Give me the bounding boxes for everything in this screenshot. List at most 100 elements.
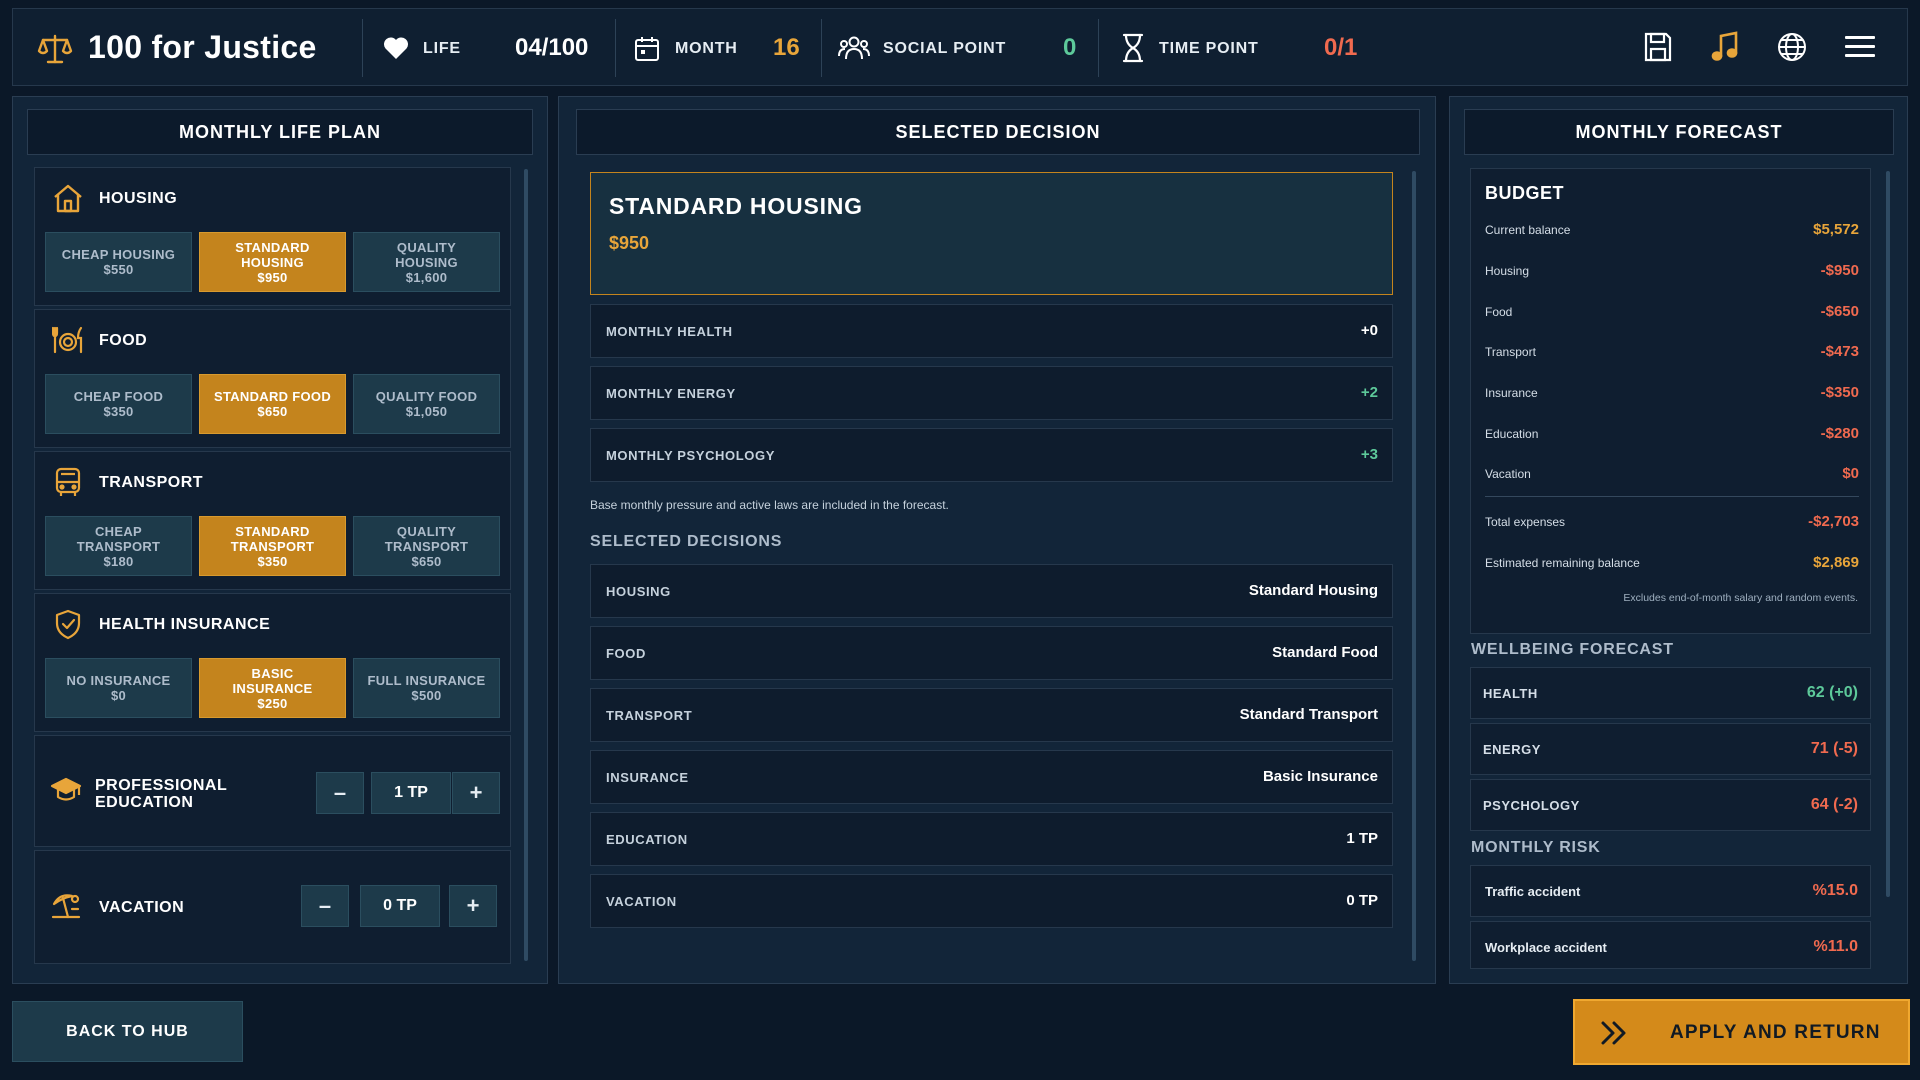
scrollbar[interactable] — [524, 169, 528, 961]
effect-value: +3 — [1360, 446, 1378, 463]
menu-icon[interactable] — [1845, 35, 1875, 59]
decision-value: Standard Food — [1272, 644, 1378, 661]
option-no-insurance[interactable]: NO INSURANCE $0 — [45, 658, 192, 718]
back-to-hub-button[interactable]: BACK TO HUB — [12, 1001, 243, 1062]
vacation-increase-button[interactable]: + — [449, 885, 497, 927]
wellbeing-value: 62 (+0) — [1806, 684, 1858, 701]
category-title-line: PROFESSIONAL — [95, 777, 228, 794]
option-standard-food[interactable]: STANDARD FOOD $650 — [199, 374, 346, 434]
divider — [1098, 19, 1099, 77]
decision-row: EDUCATION 1 TP — [590, 812, 1393, 866]
wellbeing-value: 64 (-2) — [1810, 796, 1858, 813]
option-full-insurance[interactable]: FULL INSURANCE $500 — [353, 658, 500, 718]
option-basic-insurance[interactable]: BASIC INSURANCE $250 — [199, 658, 346, 718]
wellbeing-row: PSYCHOLOGY 64 (-2) — [1470, 779, 1871, 831]
risk-row: Traffic accident %15.0 — [1470, 865, 1871, 917]
divider — [1485, 496, 1859, 497]
risk-label: Workplace accident — [1485, 940, 1607, 955]
category-title: TRANSPORT — [99, 474, 204, 491]
wellbeing-label: HEALTH — [1483, 686, 1538, 701]
decision-label: TRANSPORT — [606, 708, 693, 723]
category-food: FOOD CHEAP FOOD $350 STANDARD FOOD $650 … — [34, 309, 511, 448]
decision-value: 1 TP — [1346, 830, 1378, 847]
selected-decision-price: $950 — [609, 233, 650, 253]
calendar-icon — [633, 35, 661, 63]
scrollbar[interactable] — [1886, 171, 1890, 897]
budget-value: $2,869 — [1813, 554, 1859, 571]
risk-label: Traffic accident — [1485, 884, 1581, 899]
category-title: PROFESSIONAL EDUCATION — [95, 777, 227, 811]
globe-icon[interactable] — [1776, 31, 1808, 63]
decision-value: Standard Transport — [1239, 706, 1378, 723]
option-standard-housing[interactable]: STANDARD HOUSING $950 — [199, 232, 346, 292]
vacation-decrease-button[interactable]: – — [301, 885, 349, 927]
budget-label: Housing — [1485, 264, 1530, 278]
heart-icon — [383, 36, 409, 60]
wellbeing-row: ENERGY 71 (-5) — [1470, 723, 1871, 775]
food-icon — [52, 324, 84, 356]
social-point-label: SOCIAL POINT — [883, 40, 1007, 57]
wellbeing-forecast-heading: WELLBEING FORECAST — [1471, 641, 1674, 658]
decision-row: HOUSING Standard Housing — [590, 564, 1393, 618]
category-title: VACATION — [99, 899, 185, 916]
game-title: 100 for Justice — [88, 29, 317, 65]
category-title-line: EDUCATION — [95, 794, 194, 811]
effect-row: MONTHLY PSYCHOLOGY +3 — [590, 428, 1393, 482]
category-health-insurance: HEALTH INSURANCE NO INSURANCE $0 BASIC I… — [34, 593, 511, 732]
decision-row: TRANSPORT Standard Transport — [590, 688, 1393, 742]
budget-row: Education -$280 — [1485, 425, 1859, 445]
graduation-cap-icon — [50, 776, 82, 804]
category-title: HEALTH INSURANCE — [99, 616, 271, 633]
selected-decision-title: STANDARD HOUSING — [609, 193, 863, 219]
effect-row: MONTHLY HEALTH +0 — [590, 304, 1393, 358]
divider — [615, 19, 616, 77]
budget-value: $0 — [1842, 465, 1859, 482]
option-quality-housing[interactable]: QUALITY HOUSING $1,600 — [353, 232, 500, 292]
budget-label: Estimated remaining balance — [1485, 556, 1640, 570]
apply-and-return-label: APPLY AND RETURN — [1670, 1022, 1881, 1043]
music-icon[interactable] — [1710, 31, 1740, 63]
option-cheap-housing[interactable]: CHEAP HOUSING $550 — [45, 232, 192, 292]
decision-value: Standard Housing — [1248, 582, 1378, 599]
life-value: 04/100 — [515, 34, 589, 61]
option-cheap-transport[interactable]: CHEAP TRANSPORT $180 — [45, 516, 192, 576]
education-value: 1 TP — [371, 772, 451, 814]
option-standard-transport[interactable]: STANDARD TRANSPORT $350 — [199, 516, 346, 576]
wellbeing-label: PSYCHOLOGY — [1483, 798, 1580, 813]
budget-label: Current balance — [1485, 223, 1571, 237]
budget-label: Food — [1485, 305, 1513, 319]
monthly-risk-heading: MONTHLY RISK — [1471, 839, 1601, 856]
budget-value: $5,572 — [1813, 221, 1859, 238]
decision-label: INSURANCE — [606, 770, 689, 785]
effect-value: +0 — [1360, 322, 1378, 339]
education-increase-button[interactable]: + — [452, 772, 500, 814]
panel-title: SELECTED DECISION — [576, 109, 1420, 155]
save-icon[interactable] — [1643, 31, 1673, 63]
effect-row: MONTHLY ENERGY +2 — [590, 366, 1393, 420]
option-quality-food[interactable]: QUALITY FOOD $1,050 — [353, 374, 500, 434]
scrollbar[interactable] — [1412, 171, 1416, 961]
decision-value: Basic Insurance — [1262, 768, 1378, 785]
budget-value: -$650 — [1820, 303, 1859, 320]
effect-value: +2 — [1360, 384, 1378, 401]
budget-box: BUDGET Current balance $5,572 Housing -$… — [1470, 168, 1871, 634]
decision-row: INSURANCE Basic Insurance — [590, 750, 1393, 804]
budget-row: Food -$650 — [1485, 303, 1859, 323]
category-housing: HOUSING CHEAP HOUSING $550 STANDARD HOUS… — [34, 167, 511, 306]
time-point-value: 0/1 — [1324, 34, 1358, 61]
total-expenses-row: Total expenses -$2,703 — [1485, 513, 1859, 533]
divider — [362, 19, 363, 77]
forecast-note: Base monthly pressure and active laws ar… — [590, 498, 949, 512]
top-bar: 100 for Justice LIFE 04/100 MONTH 16 SOC… — [12, 8, 1908, 86]
bus-icon — [52, 466, 84, 498]
budget-label: Insurance — [1485, 386, 1538, 400]
budget-label: Education — [1485, 427, 1539, 441]
option-cheap-food[interactable]: CHEAP FOOD $350 — [45, 374, 192, 434]
divider — [821, 19, 822, 77]
budget-row: Vacation $0 — [1485, 465, 1859, 485]
education-decrease-button[interactable]: – — [316, 772, 364, 814]
option-quality-transport[interactable]: QUALITY TRANSPORT $650 — [353, 516, 500, 576]
apply-and-return-button[interactable]: APPLY AND RETURN — [1573, 999, 1910, 1065]
budget-label: Transport — [1485, 345, 1536, 359]
wellbeing-label: ENERGY — [1483, 742, 1541, 757]
